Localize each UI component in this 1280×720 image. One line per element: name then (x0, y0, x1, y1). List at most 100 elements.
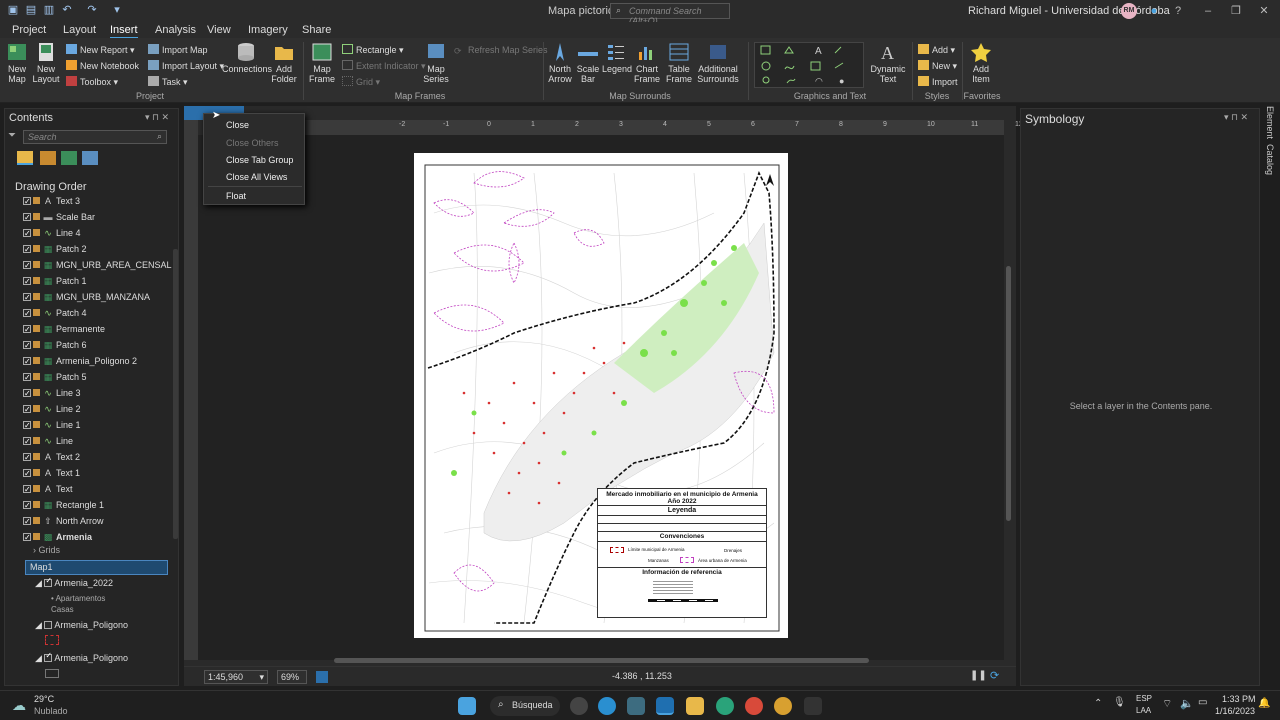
map-series-button[interactable]: Map Series (420, 42, 452, 84)
fixed-zoom-icon[interactable] (316, 671, 328, 683)
import-layout-button[interactable]: Import Layout ▾ (148, 60, 224, 72)
new-map-button[interactable]: New Map (4, 42, 30, 84)
toc-item[interactable]: ▦Patch 1 (23, 273, 173, 290)
pause-icon[interactable]: ❚❚ (970, 670, 987, 681)
zoom-field[interactable]: 69% (277, 670, 307, 684)
windows-start-icon[interactable] (458, 697, 476, 715)
open-icon[interactable]: ▤ (24, 4, 38, 17)
legend-button[interactable]: Legend (602, 42, 632, 74)
close-icon[interactable]: ✕ (1256, 3, 1272, 19)
visibility-checkbox[interactable] (23, 386, 31, 402)
toc-item[interactable]: ⇧ North Arrow (23, 513, 173, 530)
customize-icon[interactable]: ▾ (110, 4, 124, 17)
redo-icon[interactable]: ↷ (85, 4, 99, 17)
filter-icon[interactable]: ⏷ (8, 130, 16, 141)
edge-icon[interactable] (716, 697, 734, 715)
chrome-icon[interactable] (745, 697, 763, 715)
scale-field[interactable]: 1:45,960 ▾ (204, 670, 268, 684)
toc-item[interactable]: A Text 1 (23, 465, 173, 482)
lock-icon[interactable] (33, 293, 40, 300)
styles-import-button[interactable]: Import (918, 76, 958, 88)
visibility-checkbox[interactable] (23, 338, 31, 354)
visibility-checkbox[interactable] (23, 194, 31, 210)
list-by-snapping-icon[interactable] (82, 151, 98, 165)
tab-layout[interactable]: Layout (63, 24, 96, 36)
lock-icon[interactable] (33, 341, 40, 348)
visibility-checkbox[interactable] (23, 322, 31, 338)
map1-item[interactable]: Map1 (25, 560, 168, 575)
import-map-button[interactable]: Import Map (148, 44, 208, 56)
app-icon[interactable] (570, 697, 588, 715)
toc-item[interactable]: ▬Scale Bar (23, 209, 173, 226)
notion-icon[interactable] (804, 697, 822, 715)
battery-icon[interactable]: ▭ (1198, 697, 1207, 708)
lock-icon[interactable] (33, 517, 40, 524)
lock-icon[interactable] (33, 357, 40, 364)
north-arrow-button[interactable]: North Arrow (545, 42, 575, 84)
lock-icon[interactable] (33, 437, 40, 444)
toolbox-button[interactable]: Toolbox ▾ (66, 76, 118, 88)
file-explorer-icon[interactable] (686, 697, 704, 715)
restore-icon[interactable]: ❐ (1228, 3, 1244, 19)
lock-icon[interactable] (33, 389, 40, 396)
visibility-checkbox[interactable] (23, 450, 31, 466)
lock-icon[interactable] (33, 309, 40, 316)
toc-item[interactable]: ∿ Patch 4 (23, 305, 173, 322)
tab-catalog[interactable]: Catalog (1265, 144, 1275, 175)
lock-icon[interactable] (33, 453, 40, 460)
visibility-checkbox[interactable] (23, 466, 31, 482)
visibility-checkbox[interactable] (23, 530, 31, 546)
lock-icon[interactable] (33, 373, 40, 380)
contents-search-input[interactable]: Search ⌕ (23, 130, 167, 144)
microphone-icon[interactable]: 🎙 (1113, 697, 1126, 708)
keyboard-layout[interactable]: LAA (1136, 706, 1151, 715)
visibility-checkbox[interactable] (23, 306, 31, 322)
pane-menu-icon[interactable]: ▾ ⊓ ✕ (1224, 112, 1248, 123)
lock-icon[interactable] (33, 501, 40, 508)
tab-share[interactable]: Share (302, 24, 331, 36)
menu-item-close-tab-group[interactable]: Close Tab Group (226, 155, 293, 165)
refresh-icon[interactable]: ⟳ (990, 669, 999, 682)
list-by-drawing-order-icon[interactable] (17, 151, 33, 165)
wifi-icon[interactable]: ⌔ (1162, 697, 1172, 711)
toc-item[interactable]: ▦Permanente (23, 321, 173, 338)
lock-icon[interactable] (33, 277, 40, 284)
lock-icon[interactable] (33, 405, 40, 412)
toc-item[interactable]: A Text 3 (23, 193, 173, 210)
add-item-button[interactable]: Add Item (966, 42, 996, 84)
avatar[interactable]: RM (1121, 3, 1137, 19)
visibility-checkbox[interactable] (23, 242, 31, 258)
minimize-icon[interactable]: – (1200, 3, 1216, 19)
layer-checkbox[interactable] (44, 576, 53, 587)
visibility-checkbox[interactable] (23, 418, 31, 434)
tab-analysis[interactable]: Analysis (155, 24, 196, 36)
menu-item-float[interactable]: Float (226, 191, 246, 201)
visibility-checkbox[interactable] (23, 370, 31, 386)
toc-item[interactable]: ▩Armenia (23, 529, 173, 546)
list-by-selection-icon[interactable] (61, 151, 77, 165)
chevron-up-icon[interactable]: ⌃ (1094, 698, 1102, 709)
lock-icon[interactable] (33, 245, 40, 252)
save-icon[interactable]: ▥ (42, 4, 56, 17)
styles-add-button[interactable]: Add ▾ (918, 44, 955, 56)
layer-checkbox[interactable] (44, 621, 53, 629)
menu-item-close-all-views[interactable]: Close All Views (226, 172, 287, 182)
dynamic-text-button[interactable]: A Dynamic Text (870, 42, 906, 84)
new-notebook-button[interactable]: New Notebook (66, 60, 139, 72)
lock-icon[interactable] (33, 213, 40, 220)
rectangle-button[interactable]: Rectangle ▾ (342, 44, 404, 56)
scale-bar-button[interactable]: Scale Bar (576, 42, 600, 84)
visibility-checkbox[interactable] (23, 226, 31, 242)
add-folder-button[interactable]: Add Folder (270, 42, 298, 84)
toc-item[interactable]: ∿ Line 4 (23, 225, 173, 242)
layout-page[interactable]: Mercado inmobiliario en el municipio de … (414, 153, 788, 638)
toc-item[interactable]: ▦Patch 6 (23, 337, 173, 354)
map-frame-button[interactable]: Map Frame (306, 42, 338, 84)
additional-surrounds-button[interactable]: Additional Surrounds (696, 42, 740, 84)
vertical-scrollbar[interactable] (1006, 266, 1011, 521)
visibility-checkbox[interactable] (23, 402, 31, 418)
new-report-button[interactable]: New Report ▾ (66, 44, 135, 56)
visibility-checkbox[interactable] (23, 258, 31, 274)
help-icon[interactable]: ? (1170, 3, 1186, 19)
command-search[interactable]: ⌕ Command Search (Alt+Q) (610, 3, 730, 26)
